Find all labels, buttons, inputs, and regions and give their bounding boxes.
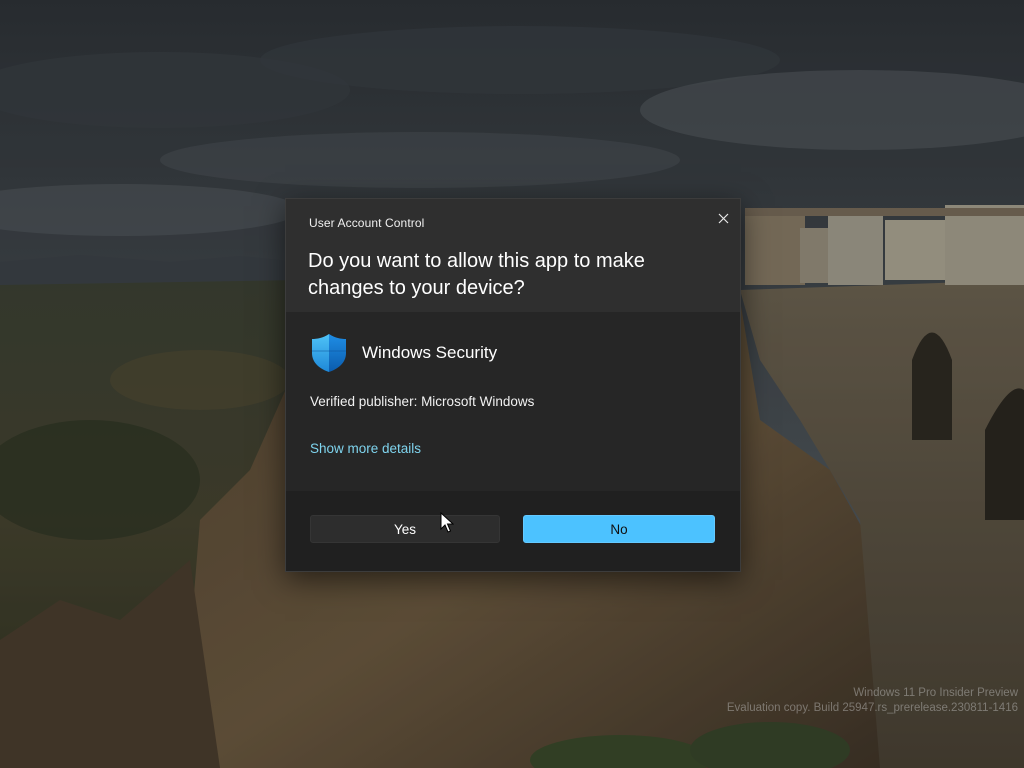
windows-security-shield-icon (312, 334, 346, 372)
close-button[interactable] (712, 207, 734, 229)
desktop: Windows 11 Pro Insider Preview Evaluatio… (0, 0, 1024, 768)
publisher-text: Verified publisher: Microsoft Windows (310, 394, 535, 409)
uac-footer: Yes No (286, 491, 740, 571)
app-name: Windows Security (362, 343, 498, 362)
uac-dialog: User Account Control Do you want to allo… (285, 198, 741, 572)
close-icon (718, 213, 728, 223)
watermark-line-2: Evaluation copy. Build 25947.rs_prerelea… (726, 702, 1018, 714)
watermark-line-1: Windows 11 Pro Insider Preview (853, 687, 1018, 699)
yes-button[interactable]: Yes (310, 515, 500, 543)
uac-body: Windows Security Verified publisher: Mic… (286, 312, 740, 491)
dialog-title: User Account Control (309, 216, 425, 230)
dialog-question: Do you want to allow this app to make ch… (308, 250, 645, 299)
uac-header: User Account Control Do you want to allo… (286, 199, 740, 312)
os-watermark: Windows 11 Pro Insider Preview Evaluatio… (727, 686, 1018, 716)
show-more-details-link[interactable]: Show more details (310, 441, 421, 456)
no-button[interactable]: No (523, 515, 715, 543)
